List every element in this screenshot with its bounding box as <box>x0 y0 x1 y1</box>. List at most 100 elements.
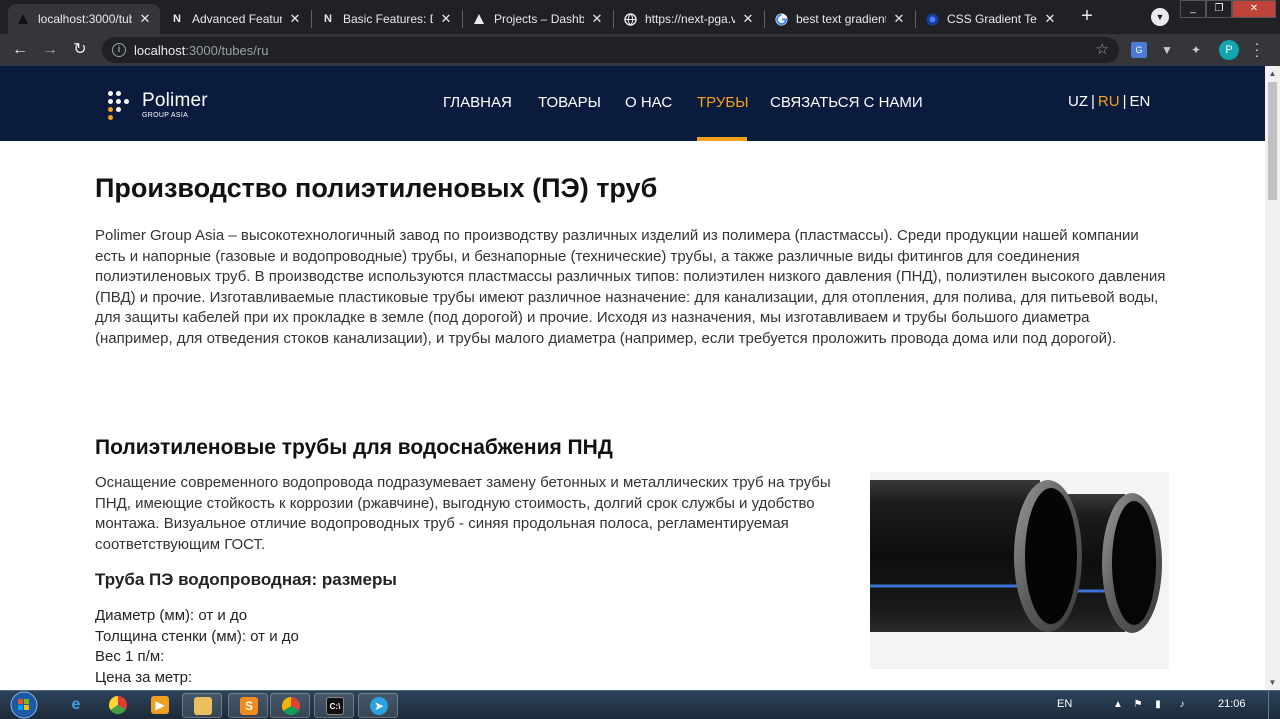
triangle-icon <box>16 12 30 26</box>
google-icon <box>774 12 788 26</box>
brand-subtitle: GROUP ASIA <box>142 112 189 119</box>
tab-separator <box>613 10 614 28</box>
close-icon[interactable]: ✕ <box>288 11 302 27</box>
tab-separator <box>462 10 463 28</box>
tab-title: localhost:3000/tubes/ru <box>38 12 132 26</box>
intro-paragraph: Polimer Group Asia – высокотехнологичный… <box>95 227 1166 347</box>
nav-link-products[interactable]: ТОВАРЫ <box>538 94 601 111</box>
tab-separator <box>915 10 916 28</box>
translate-extension-icon[interactable]: G <box>1131 42 1147 58</box>
volume-icon[interactable]: ♪ <box>1176 699 1188 711</box>
url-text[interactable]: localhost:3000/tubes/ru <box>134 43 268 58</box>
page-title: Производство полиэтиленовых (ПЭ) труб <box>95 173 658 203</box>
tab-separator <box>764 10 765 28</box>
browser-tab[interactable]: CSS Gradient Text ✕ <box>917 4 1065 34</box>
tab-title: https://next-pga.ver <box>645 12 735 26</box>
telegram-taskbar-button[interactable]: ➤ <box>358 693 398 718</box>
profile-avatar[interactable]: P <box>1219 40 1239 60</box>
vue-devtools-icon[interactable]: ▼ <box>1159 42 1175 58</box>
clock[interactable]: 21:06 <box>1218 698 1246 710</box>
close-icon[interactable]: ✕ <box>590 11 604 27</box>
spec-weight: Вес 1 п/м: <box>95 648 165 665</box>
close-icon[interactable]: ✕ <box>892 11 906 27</box>
network-icon[interactable]: ▮ <box>1152 699 1164 711</box>
sublime-icon: S <box>240 697 258 715</box>
show-desktop-button[interactable] <box>1268 691 1280 719</box>
lang-separator: | <box>1091 93 1095 110</box>
start-button[interactable] <box>5 691 43 719</box>
browser-tab[interactable]: localhost:3000/tubes/ru ✕ <box>8 4 160 34</box>
tab-separator <box>311 10 312 28</box>
section-title: Полиэтиленовые трубы для водоснабжения П… <box>95 436 613 459</box>
vercel-icon <box>472 12 486 26</box>
close-icon[interactable]: ✕ <box>138 11 152 27</box>
tab-title: best text gradient <box>796 12 886 26</box>
browser-toolbar: ← → ↻ i localhost:3000/tubes/ru ☆ G ▼ ✦ … <box>0 34 1280 66</box>
chrome-taskbar-button[interactable] <box>270 693 310 718</box>
scrollbar-thumb[interactable] <box>1268 82 1277 200</box>
nextjs-icon: N <box>324 13 332 25</box>
nav-link-home[interactable]: ГЛАВНАЯ <box>443 94 512 111</box>
tray-arrow-icon[interactable]: ▲ <box>1112 699 1124 711</box>
logo-dots-icon <box>108 91 134 121</box>
terminal-icon: C:\ <box>326 697 344 715</box>
back-button[interactable]: ← <box>8 38 32 62</box>
nextjs-icon: N <box>173 13 181 25</box>
extensions-puzzle-icon[interactable]: ✦ <box>1188 42 1204 58</box>
lang-ru[interactable]: RU <box>1098 93 1120 110</box>
spec-diameter: Диаметр (мм): от и до <box>95 607 248 624</box>
telegram-icon: ➤ <box>370 697 388 715</box>
yandex-taskbar-button[interactable] <box>98 693 138 718</box>
minimize-button[interactable]: _ <box>1180 0 1206 18</box>
close-window-button[interactable]: ✕ <box>1232 0 1276 18</box>
chrome-icon <box>282 697 300 715</box>
tray-flag-icon[interactable]: ⚑ <box>1132 699 1144 711</box>
sublime-taskbar-button[interactable]: S <box>228 693 268 718</box>
forward-button[interactable]: → <box>38 38 62 62</box>
browser-tab[interactable]: N Advanced Features: Da ✕ <box>162 4 310 34</box>
yandex-icon <box>109 696 127 714</box>
menu-dots-icon[interactable]: · · · <box>1250 36 1264 62</box>
nav-link-contact[interactable]: СВЯЗАТЬСЯ С НАМИ <box>770 94 923 111</box>
explorer-icon <box>194 697 212 715</box>
scroll-down-icon[interactable]: ▼ <box>1268 678 1277 687</box>
ie-taskbar-button[interactable]: e <box>56 693 96 718</box>
globe-icon <box>623 12 637 26</box>
section-paragraph: Оснащение современного водопровода подра… <box>95 474 831 553</box>
lang-en[interactable]: EN <box>1129 93 1150 110</box>
language-switcher: UZ | RU | EN <box>1068 93 1150 110</box>
media-player-taskbar-button[interactable]: ▶ <box>140 693 180 718</box>
media-player-icon: ▶ <box>151 696 169 714</box>
browser-tab[interactable]: Projects – Dashboard ✕ <box>464 4 612 34</box>
browser-tab[interactable]: https://next-pga.ver ✕ <box>615 4 763 34</box>
nav-link-about[interactable]: О НАС <box>625 94 672 111</box>
close-icon[interactable]: ✕ <box>741 11 755 27</box>
reload-button[interactable]: ↻ <box>68 38 92 62</box>
sizes-title: Труба ПЭ водопроводная: размеры <box>95 570 397 589</box>
new-tab-button[interactable]: + <box>1076 6 1098 28</box>
terminal-taskbar-button[interactable]: C:\ <box>314 693 354 718</box>
tab-title: Basic Features: Data F <box>343 12 433 26</box>
maximize-button[interactable]: ❐ <box>1206 0 1232 18</box>
windows-taskbar: e ▶ S C:\ ➤ EN ▲ ⚑ ▮ ♪ 21:06 <box>0 690 1280 719</box>
pipe-product-image <box>870 472 1169 669</box>
scroll-up-icon[interactable]: ▲ <box>1268 69 1277 78</box>
site-logo[interactable]: Polimer GROUP ASIA <box>108 90 218 122</box>
lang-separator: | <box>1122 93 1127 110</box>
chevron-down-icon[interactable]: ▼ <box>1151 8 1169 26</box>
explorer-taskbar-button[interactable] <box>182 693 222 718</box>
address-bar[interactable]: i localhost:3000/tubes/ru ☆ <box>102 37 1119 63</box>
browser-tab[interactable]: N Basic Features: Data F ✕ <box>313 4 461 34</box>
tab-title: Advanced Features: Da <box>192 12 282 26</box>
info-icon[interactable]: i <box>112 43 126 57</box>
brand-name: Polimer <box>142 90 208 111</box>
lang-uz[interactable]: UZ <box>1068 93 1088 110</box>
page-scrollbar[interactable]: ▲ ▼ <box>1265 66 1280 690</box>
bookmark-star-icon[interactable]: ☆ <box>1096 40 1109 58</box>
nav-link-tubes[interactable]: ТРУБЫ <box>697 94 749 111</box>
active-nav-indicator <box>697 137 747 141</box>
close-icon[interactable]: ✕ <box>1043 11 1057 27</box>
close-icon[interactable]: ✕ <box>439 11 453 27</box>
browser-tab[interactable]: best text gradient ✕ <box>766 4 914 34</box>
keyboard-language[interactable]: EN <box>1057 698 1072 710</box>
